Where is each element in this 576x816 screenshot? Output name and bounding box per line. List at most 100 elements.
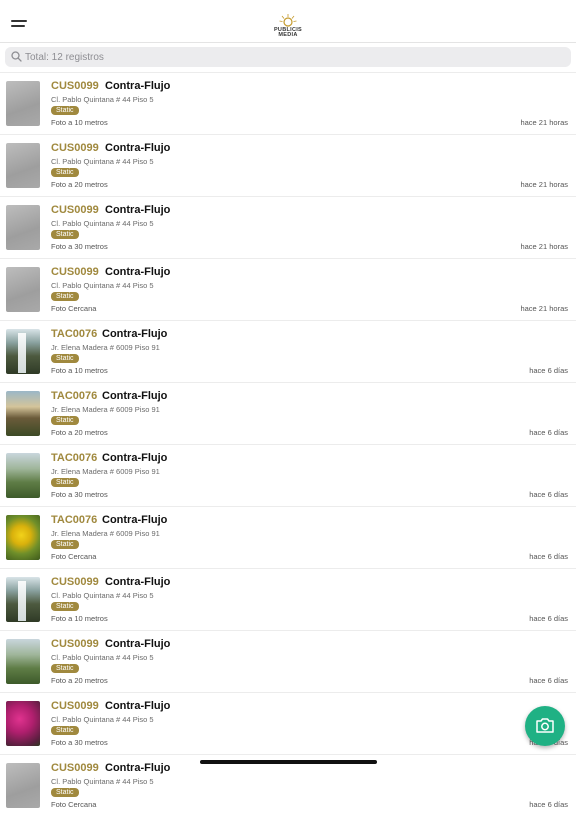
thumbnail-image xyxy=(6,453,40,498)
status-badge: Static xyxy=(51,788,79,797)
list-item[interactable]: CUS0099 Contra-Flujo Cl. Pablo Quintana # … xyxy=(0,258,576,320)
record-title: Contra-Flujo xyxy=(105,762,171,774)
record-address: Cl. Pablo Quintana # 44 Piso 5 xyxy=(51,219,154,228)
status-badge: Static xyxy=(51,168,79,177)
record-timestamp: hace 21 horas xyxy=(520,304,568,313)
record-code: CUS0099 xyxy=(51,700,99,712)
record-timestamp: hace 21 horas xyxy=(520,242,568,251)
thumbnail-image xyxy=(6,267,40,312)
record-code: TAC0076 xyxy=(51,328,98,340)
list-item[interactable]: CUS0099 Contra-Flujo Cl. Pablo Quintana # … xyxy=(0,72,576,134)
record-title: Contra-Flujo xyxy=(102,514,168,526)
photo-distance: Foto a 10 metros xyxy=(51,614,108,623)
home-indicator xyxy=(200,760,377,764)
photo-distance: Foto Cercana xyxy=(51,552,97,561)
hamburger-menu-icon[interactable] xyxy=(11,20,29,32)
record-code: CUS0099 xyxy=(51,638,99,650)
record-timestamp: hace 6 días xyxy=(529,676,568,685)
photo-distance: Foto a 30 metros xyxy=(51,490,108,499)
record-title: Contra-Flujo xyxy=(102,452,168,464)
thumbnail-image xyxy=(6,763,40,808)
record-timestamp: hace 6 días xyxy=(529,614,568,623)
camera-icon xyxy=(536,718,554,733)
record-code: CUS0099 xyxy=(51,142,99,154)
record-title: Contra-Flujo xyxy=(102,328,168,340)
search-icon xyxy=(11,51,22,62)
list-item[interactable]: TAC0076 Contra-Flujo Jr. Elena Madera # 60… xyxy=(0,320,576,382)
status-badge: Static xyxy=(51,478,79,487)
record-timestamp: hace 21 horas xyxy=(520,180,568,189)
search-bar[interactable] xyxy=(5,47,571,67)
record-code: TAC0076 xyxy=(51,514,98,526)
photo-distance: Foto a 10 metros xyxy=(51,118,108,127)
record-address: Cl. Pablo Quintana # 44 Piso 5 xyxy=(51,95,154,104)
camera-button[interactable] xyxy=(525,706,565,746)
search-input[interactable] xyxy=(25,47,545,67)
record-code: CUS0099 xyxy=(51,80,99,92)
photo-distance: Foto a 30 metros xyxy=(51,738,108,747)
status-badge: Static xyxy=(51,726,79,735)
thumbnail-image xyxy=(6,143,40,188)
list-item[interactable]: CUS0099 Contra-Flujo Cl. Pablo Quintana # … xyxy=(0,630,576,692)
record-title: Contra-Flujo xyxy=(105,80,171,92)
sun-logo-icon xyxy=(279,14,297,27)
record-address: Jr. Elena Madera # 6009 Piso 91 xyxy=(51,467,160,476)
record-timestamp: hace 6 días xyxy=(529,366,568,375)
top-bar: PUBLICIS MEDIA xyxy=(0,0,576,43)
list-item[interactable]: CUS0099 Contra-Flujo Cl. Pablo Quintana # … xyxy=(0,568,576,630)
publicis-media-logo: PUBLICIS MEDIA xyxy=(270,14,306,40)
thumbnail-image xyxy=(6,639,40,684)
list-item[interactable]: CUS0099 Contra-Flujo Cl. Pablo Quintana # … xyxy=(0,692,576,754)
record-code: CUS0099 xyxy=(51,204,99,216)
list-item[interactable]: CUS0099 Contra-Flujo Cl. Pablo Quintana # … xyxy=(0,134,576,196)
record-code: CUS0099 xyxy=(51,576,99,588)
records-list: CUS0099 Contra-Flujo Cl. Pablo Quintana # … xyxy=(0,72,576,816)
status-badge: Static xyxy=(51,664,79,673)
record-timestamp: hace 21 horas xyxy=(520,118,568,127)
status-badge: Static xyxy=(51,416,79,425)
thumbnail-image xyxy=(6,329,40,374)
photo-distance: Foto a 20 metros xyxy=(51,676,108,685)
status-badge: Static xyxy=(51,602,79,611)
status-badge: Static xyxy=(51,106,79,115)
record-timestamp: hace 6 días xyxy=(529,800,568,809)
record-timestamp: hace 6 días xyxy=(529,428,568,437)
record-title: Contra-Flujo xyxy=(105,204,171,216)
record-timestamp: hace 6 días xyxy=(529,552,568,561)
list-item[interactable]: CUS0099 Contra-Flujo Cl. Pablo Quintana # … xyxy=(0,196,576,258)
photo-distance: Foto Cercana xyxy=(51,304,97,313)
record-title: Contra-Flujo xyxy=(102,390,168,402)
record-code: CUS0099 xyxy=(51,266,99,278)
logo-text-line2: MEDIA xyxy=(278,32,298,38)
record-code: TAC0076 xyxy=(51,390,98,402)
status-badge: Static xyxy=(51,540,79,549)
record-address: Cl. Pablo Quintana # 44 Piso 5 xyxy=(51,281,154,290)
record-title: Contra-Flujo xyxy=(105,266,171,278)
photo-distance: Foto a 20 metros xyxy=(51,428,108,437)
record-address: Cl. Pablo Quintana # 44 Piso 5 xyxy=(51,777,154,786)
list-item[interactable]: TAC0076 Contra-Flujo Jr. Elena Madera # 60… xyxy=(0,382,576,444)
thumbnail-image xyxy=(6,81,40,126)
record-code: TAC0076 xyxy=(51,452,98,464)
thumbnail-image xyxy=(6,577,40,622)
record-code: CUS0099 xyxy=(51,762,99,774)
record-title: Contra-Flujo xyxy=(105,142,171,154)
photo-distance: Foto a 30 metros xyxy=(51,242,108,251)
status-badge: Static xyxy=(51,354,79,363)
record-title: Contra-Flujo xyxy=(105,700,171,712)
status-badge: Static xyxy=(51,230,79,239)
record-title: Contra-Flujo xyxy=(105,638,171,650)
record-address: Cl. Pablo Quintana # 44 Piso 5 xyxy=(51,715,154,724)
status-badge: Static xyxy=(51,292,79,301)
list-item[interactable]: TAC0076 Contra-Flujo Jr. Elena Madera # 60… xyxy=(0,444,576,506)
record-address: Cl. Pablo Quintana # 44 Piso 5 xyxy=(51,157,154,166)
photo-distance: Foto a 10 metros xyxy=(51,366,108,375)
record-address: Jr. Elena Madera # 6009 Piso 91 xyxy=(51,405,160,414)
record-address: Jr. Elena Madera # 6009 Piso 91 xyxy=(51,529,160,538)
list-item[interactable]: TAC0076 Contra-Flujo Jr. Elena Madera # 60… xyxy=(0,506,576,568)
photo-distance: Foto a 20 metros xyxy=(51,180,108,189)
record-address: Cl. Pablo Quintana # 44 Piso 5 xyxy=(51,591,154,600)
thumbnail-image xyxy=(6,701,40,746)
record-timestamp: hace 6 días xyxy=(529,490,568,499)
thumbnail-image xyxy=(6,515,40,560)
